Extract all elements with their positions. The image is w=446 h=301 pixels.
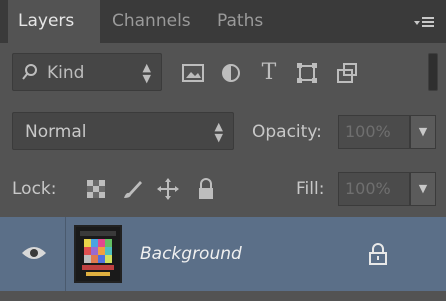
shape-layer-filter-icon[interactable]: [294, 60, 320, 86]
smart-object-filter-icon[interactable]: [334, 60, 360, 86]
panel-tab-bar: Layers Channels Paths: [0, 0, 446, 43]
lock-position-icon[interactable]: [156, 177, 180, 201]
chevron-updown-icon: ▲ ▼: [142, 61, 151, 85]
layer-name[interactable]: Background: [140, 217, 242, 291]
eye-icon: [20, 243, 48, 263]
tab-layers[interactable]: Layers: [8, 0, 100, 43]
blend-mode-value: Normal: [25, 122, 87, 142]
tab-channels[interactable]: Channels: [102, 0, 204, 43]
layer-list-empty-area: [0, 291, 446, 301]
blend-mode-select[interactable]: Normal ▲ ▼: [12, 112, 234, 150]
lock-label: Lock:: [12, 179, 57, 199]
opacity-input[interactable]: 100%: [338, 115, 410, 149]
pixel-layer-filter-icon[interactable]: [180, 60, 206, 86]
fill-dropdown-button[interactable]: ▼: [410, 172, 436, 206]
filter-kind-select[interactable]: Kind ▲ ▼: [12, 53, 162, 91]
lock-icon: [368, 243, 388, 265]
fill-input[interactable]: 100%: [338, 172, 410, 206]
opacity-dropdown-button[interactable]: ▼: [410, 115, 436, 149]
fill-label: Fill:: [296, 179, 325, 199]
type-layer-filter-icon[interactable]: T: [256, 60, 282, 86]
filter-kind-label: Kind: [47, 63, 85, 83]
layer-thumbnail: [74, 225, 122, 283]
visibility-toggle[interactable]: [0, 217, 66, 291]
layer-filter-row: Kind ▲ ▼ T: [0, 43, 446, 104]
search-icon: [21, 63, 39, 81]
layers-panel: Layers Channels Paths Kind ▲ ▼ T Normal …: [0, 0, 446, 301]
opacity-label: Opacity:: [252, 122, 322, 142]
blend-mode-row: Normal ▲ ▼ Opacity: 100% ▼: [0, 103, 446, 162]
layer-row-background[interactable]: Background: [0, 217, 446, 291]
lock-all-icon[interactable]: [194, 177, 218, 201]
lock-image-pixels-icon[interactable]: [120, 177, 144, 201]
panel-menu-icon[interactable]: [412, 12, 436, 32]
chevron-updown-icon: ▲ ▼: [214, 120, 223, 144]
adjustment-layer-filter-icon[interactable]: [218, 60, 244, 86]
filter-toggle-switch[interactable]: [428, 53, 438, 91]
lock-transparent-pixels-icon[interactable]: [84, 177, 108, 201]
lock-row: Lock: Fill: 100% ▼: [0, 161, 446, 219]
tab-paths[interactable]: Paths: [207, 0, 279, 43]
